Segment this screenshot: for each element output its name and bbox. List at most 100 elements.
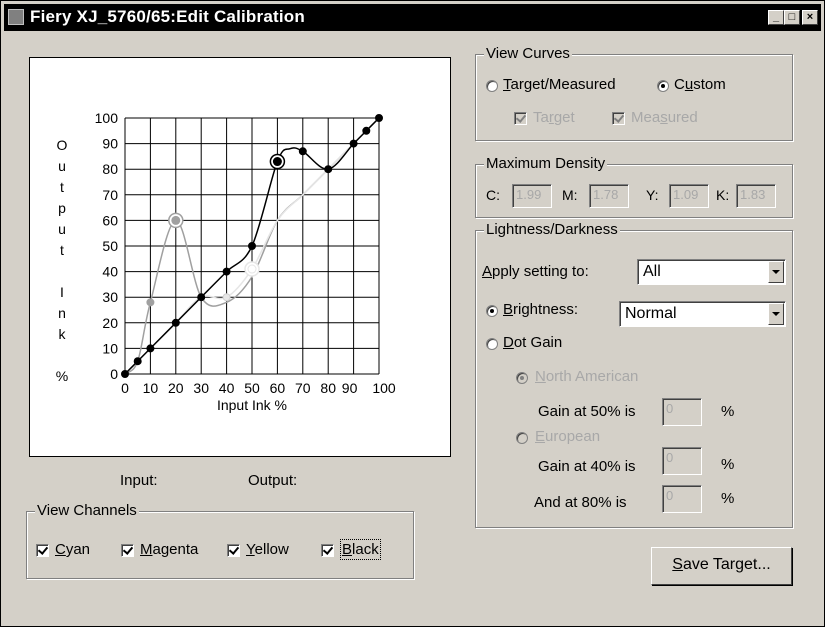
maximum-density-title: Maximum Density bbox=[484, 155, 608, 172]
magenta-checkbox[interactable] bbox=[121, 544, 134, 557]
gain-50-field[interactable]: 0 bbox=[662, 398, 702, 426]
y-axis-label-letter: I bbox=[60, 284, 64, 300]
input-readout-label: Input: bbox=[120, 472, 158, 489]
close-button[interactable]: × bbox=[802, 10, 818, 25]
y-tick-label: 100 bbox=[95, 110, 119, 126]
y-axis-label-letter: t bbox=[60, 242, 64, 258]
density-k-field[interactable]: 1.83 bbox=[736, 184, 776, 208]
calibration-curve-chart[interactable]: 0 10 20 30 40 50 60 70 80 90 100 0 10 20 30 40 50 60 70 80 9… bbox=[30, 58, 450, 456]
brightness-label[interactable]: Brightness: bbox=[503, 301, 578, 318]
x-tick-label: 90 bbox=[342, 380, 358, 396]
density-c-field[interactable]: 1.99 bbox=[512, 184, 552, 208]
european-label[interactable]: European bbox=[535, 428, 600, 445]
edit-calibration-window: Fiery XJ_5760/65:Edit Calibration _ □ × … bbox=[0, 0, 825, 627]
custom-radio[interactable] bbox=[657, 80, 669, 92]
cyan-label[interactable]: Cyan bbox=[55, 541, 90, 558]
gain-40-label: Gain at 40% is bbox=[538, 458, 636, 475]
data-point bbox=[222, 293, 231, 302]
lightness-darkness-title: Lightness/Darkness bbox=[484, 221, 620, 238]
calibration-plot-panel: 0 10 20 30 40 50 60 70 80 90 100 0 10 20 30 40 50 60 70 80 9… bbox=[29, 57, 451, 457]
y-axis-label-letter: u bbox=[58, 158, 66, 174]
black-checkbox[interactable] bbox=[321, 544, 334, 557]
european-radio[interactable] bbox=[516, 432, 528, 444]
x-axis-label: Input Ink % bbox=[217, 397, 287, 413]
x-tick-label: 50 bbox=[244, 380, 260, 396]
target-checkbox-label[interactable]: Target bbox=[533, 109, 575, 126]
density-y-field[interactable]: 1.09 bbox=[669, 184, 709, 208]
data-point bbox=[248, 242, 256, 250]
data-point bbox=[197, 293, 206, 302]
gain-80-label: And at 80% is bbox=[534, 494, 627, 511]
target-measured-label[interactable]: Target/Measured bbox=[503, 76, 616, 93]
apply-setting-value: All bbox=[643, 263, 661, 280]
y-axis-label-letter: t bbox=[60, 179, 64, 195]
custom-label[interactable]: Custom bbox=[674, 76, 726, 93]
gain-80-field[interactable]: 0 bbox=[662, 485, 702, 513]
data-point bbox=[222, 267, 231, 276]
save-target-button[interactable]: Save Target... bbox=[651, 547, 792, 585]
data-point bbox=[171, 215, 181, 225]
x-tick-label: 20 bbox=[168, 380, 184, 396]
brightness-radio[interactable] bbox=[486, 305, 498, 317]
y-tick-label: 60 bbox=[102, 212, 118, 228]
measured-checkbox-label[interactable]: Measured bbox=[631, 109, 698, 126]
view-channels-group: View Channels Cyan Magenta Yellow Black bbox=[26, 502, 414, 579]
data-point bbox=[171, 318, 180, 327]
x-tick-label: 30 bbox=[193, 380, 209, 396]
y-tick-label: 90 bbox=[102, 136, 118, 152]
view-curves-title: View Curves bbox=[484, 45, 572, 62]
y-axis-label-letter: n bbox=[58, 305, 66, 321]
yellow-checkbox[interactable] bbox=[227, 544, 240, 557]
x-tick-label: 100 bbox=[372, 380, 396, 396]
apply-setting-dropdown[interactable]: All bbox=[637, 259, 786, 285]
brightness-value: Normal bbox=[625, 305, 677, 322]
y-axis-label: Ou t p u t In k% bbox=[56, 137, 68, 384]
data-point bbox=[247, 264, 257, 274]
title-bar[interactable]: Fiery XJ_5760/65:Edit Calibration _ □ × bbox=[4, 4, 821, 31]
chevron-down-icon[interactable] bbox=[768, 303, 784, 325]
x-tick-label: 70 bbox=[295, 380, 311, 396]
x-tick-label: 0 bbox=[121, 380, 129, 396]
data-point bbox=[146, 298, 155, 307]
apply-setting-label: Apply setting to: bbox=[482, 263, 589, 280]
y-axis-label-letter: % bbox=[56, 368, 68, 384]
y-tick-label: 70 bbox=[102, 187, 118, 203]
data-point bbox=[133, 357, 142, 366]
density-m-field[interactable]: 1.78 bbox=[589, 184, 629, 208]
x-tick-label: 40 bbox=[219, 380, 235, 396]
x-tick-label: 10 bbox=[143, 380, 159, 396]
target-checkbox[interactable] bbox=[514, 112, 527, 125]
cyan-checkbox[interactable] bbox=[36, 544, 49, 557]
black-label[interactable]: Black bbox=[340, 539, 381, 560]
window-title: Fiery XJ_5760/65:Edit Calibration bbox=[30, 7, 305, 26]
yellow-label[interactable]: Yellow bbox=[246, 541, 289, 558]
y-tick-label: 0 bbox=[110, 366, 118, 382]
brightness-dropdown[interactable]: Normal bbox=[619, 301, 786, 327]
gain-40-percent: % bbox=[721, 456, 735, 473]
dot-gain-label[interactable]: Dot Gain bbox=[503, 334, 562, 351]
dot-gain-radio[interactable] bbox=[486, 338, 498, 350]
y-axis-label-letter: p bbox=[58, 200, 66, 216]
view-channels-title: View Channels bbox=[35, 502, 139, 519]
y-tick-label: 40 bbox=[102, 264, 118, 280]
north-american-radio[interactable] bbox=[516, 372, 528, 384]
view-curves-group: View Curves Target/Measured Custom Targe… bbox=[475, 45, 793, 141]
data-point bbox=[272, 157, 282, 167]
measured-checkbox[interactable] bbox=[612, 112, 625, 125]
y-tick-label: 20 bbox=[102, 315, 118, 331]
y-tick-label: 80 bbox=[102, 161, 118, 177]
minimize-button[interactable]: _ bbox=[768, 10, 784, 25]
north-american-label[interactable]: North American bbox=[535, 368, 638, 385]
app-icon[interactable] bbox=[8, 9, 24, 25]
gain-50-percent: % bbox=[721, 403, 735, 420]
target-measured-radio[interactable] bbox=[486, 80, 498, 92]
gain-40-field[interactable]: 0 bbox=[662, 447, 702, 475]
y-axis-label-letter: k bbox=[59, 326, 67, 342]
maximize-button[interactable]: □ bbox=[784, 10, 800, 25]
x-tick-label: 60 bbox=[270, 380, 286, 396]
chevron-down-icon[interactable] bbox=[768, 261, 784, 283]
lightness-darkness-group: Lightness/Darkness Apply setting to: All… bbox=[475, 221, 793, 528]
magenta-label[interactable]: Magenta bbox=[140, 541, 198, 558]
y-axis-label-letter: O bbox=[57, 137, 68, 153]
output-readout-label: Output: bbox=[248, 472, 298, 489]
